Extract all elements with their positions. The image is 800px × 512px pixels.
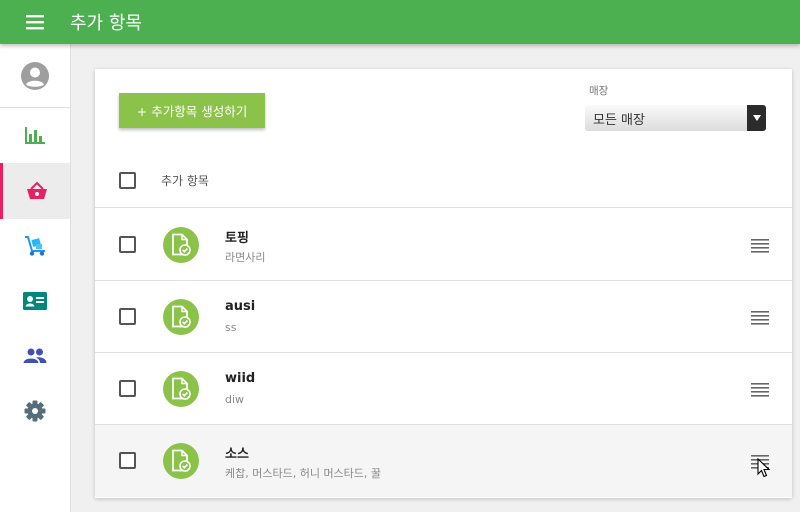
item-name: wiid — [225, 371, 256, 386]
menu-button[interactable] — [0, 0, 70, 44]
account-icon — [21, 62, 49, 90]
item-name: ausi — [225, 299, 256, 314]
dropdown-arrow-icon — [747, 105, 766, 131]
sidebar-item-account[interactable] — [0, 48, 70, 104]
select-all-checkbox[interactable] — [119, 172, 136, 189]
hamburger-menu-icon — [26, 15, 44, 30]
basket-icon — [26, 181, 47, 199]
document-check-icon — [163, 227, 199, 263]
id-card-icon — [23, 292, 47, 310]
item-options: 라면사리 — [225, 251, 266, 264]
sidebar-item-staff[interactable] — [0, 328, 70, 384]
sidebar-item-settings[interactable] — [0, 383, 70, 439]
page-title: 추가 항목 — [70, 13, 142, 34]
item-options: diw — [225, 393, 245, 406]
list-item[interactable]: ausi ss — [95, 281, 792, 353]
document-check-icon — [163, 371, 199, 407]
top-app-bar: 추가 항목 — [0, 0, 800, 44]
item-options: ss — [225, 321, 237, 334]
drag-handle-icon[interactable] — [749, 380, 771, 398]
row-checkbox[interactable] — [119, 236, 136, 253]
sidebar — [0, 44, 71, 512]
sidebar-item-inventory[interactable] — [0, 218, 70, 274]
bar-chart-icon — [25, 127, 45, 144]
drag-handle-icon[interactable] — [749, 236, 771, 254]
store-select[interactable]: 모든 매장 — [585, 105, 766, 131]
item-options: 케찹, 머스타드, 허니 머스타드, 꿀 — [225, 467, 382, 480]
list-item[interactable]: 소스 케찹, 머스타드, 허니 머스타드, 꿀 — [95, 425, 792, 497]
hand-truck-icon — [25, 236, 45, 256]
list-item[interactable]: 토핑 라면사리 — [95, 209, 792, 281]
create-extra-button[interactable]: + 추가항목 생성하기 — [119, 93, 265, 128]
item-name: 토핑 — [225, 231, 249, 246]
item-name: 소스 — [225, 447, 249, 462]
sidebar-item-products[interactable] — [0, 163, 70, 219]
list-header: 추가 항목 — [95, 153, 792, 208]
document-check-icon — [163, 443, 199, 479]
list-item[interactable]: wiid diw — [95, 353, 792, 425]
drag-handle-icon[interactable] — [749, 308, 771, 326]
document-check-icon — [163, 299, 199, 335]
row-checkbox[interactable] — [119, 308, 136, 325]
row-checkbox[interactable] — [119, 380, 136, 397]
store-select-value: 모든 매장 — [593, 112, 645, 128]
row-checkbox[interactable] — [119, 452, 136, 469]
store-label: 매장 — [589, 85, 609, 97]
people-icon — [23, 348, 47, 363]
sidebar-item-customers[interactable] — [0, 273, 70, 329]
sidebar-item-reports[interactable] — [0, 108, 70, 164]
mouse-cursor-icon — [757, 458, 771, 478]
gear-icon — [24, 400, 46, 422]
extras-card: + 추가항목 생성하기 매장 모든 매장 추가 항목 토핑 라면사리 ausi … — [95, 69, 792, 498]
list-header-label: 추가 항목 — [161, 174, 209, 188]
